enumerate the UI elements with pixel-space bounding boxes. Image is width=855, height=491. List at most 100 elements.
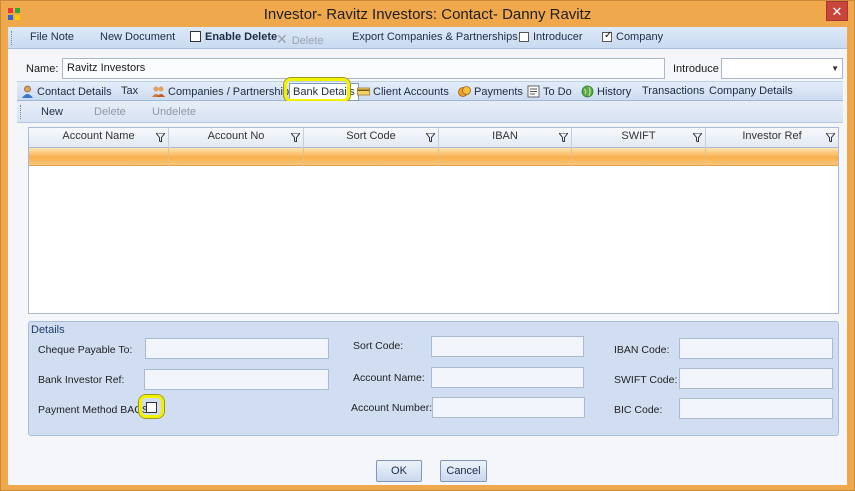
tab-companies-partnerships[interactable]: Companies / Partnerships [152, 85, 295, 98]
filter-icon[interactable] [156, 133, 165, 142]
table-cell[interactable] [572, 148, 706, 166]
grid-header: Account Name Account No Sort Code IBAN S… [29, 128, 838, 148]
tab-company-details[interactable]: Company Details [709, 85, 793, 97]
bic-code-label: BIC Code: [614, 404, 663, 416]
export-companies-button[interactable]: Export Companies & Partnerships [352, 31, 518, 43]
enable-delete-checkbox[interactable]: Enable Delete [190, 31, 277, 43]
main-toolbar: File Note New Document Enable Delete ✕ De… [8, 27, 847, 49]
swift-code-field[interactable] [679, 368, 833, 389]
column-header-account-name[interactable]: Account Name [29, 128, 169, 148]
table-row[interactable] [29, 148, 838, 166]
people-icon [152, 86, 165, 97]
sort-code-label: Sort Code: [353, 340, 404, 352]
bank-investor-ref-label: Bank Investor Ref: [38, 374, 125, 386]
tab-label: Companies / Partnerships [168, 86, 295, 98]
table-cell[interactable] [169, 148, 304, 166]
file-note-button[interactable]: File Note [30, 31, 74, 43]
bic-code-field[interactable] [679, 398, 833, 419]
account-number-field[interactable] [432, 397, 585, 418]
filter-icon[interactable] [693, 133, 702, 142]
sort-code-field[interactable] [431, 336, 584, 357]
delete-x-icon: ✕ [276, 31, 288, 47]
filter-icon[interactable] [426, 133, 435, 142]
account-name-label: Account Name: [353, 372, 425, 384]
delete-button[interactable]: ✕ Delete [276, 31, 324, 48]
card-icon [357, 87, 370, 96]
close-window-button[interactable]: ✕ [826, 1, 848, 21]
table-cell[interactable] [439, 148, 572, 166]
enable-delete-checkbox-box[interactable] [190, 31, 201, 42]
name-label: Name: [26, 63, 59, 75]
table-cell[interactable] [706, 148, 838, 166]
name-field[interactable]: Ravitz Investors [62, 58, 665, 79]
column-header-label: Account No [207, 130, 265, 142]
tab-contact-details[interactable]: Contact Details [21, 85, 112, 98]
introduce-label: Introduce [673, 63, 719, 75]
window-client-area: File Note New Document Enable Delete ✕ De… [8, 27, 847, 485]
delete-row-button[interactable]: Delete [94, 106, 126, 118]
investor-contact-window: Investor- Ravitz Investors: Contact- Dan… [0, 0, 855, 491]
new-row-button[interactable]: New [41, 106, 63, 118]
tab-history[interactable]: History [581, 85, 631, 98]
payment-method-bacs-label: Payment Method BACS: [38, 404, 152, 416]
company-checkbox[interactable]: ✓ Company [602, 30, 664, 43]
bacs-highlight-ring [139, 395, 164, 418]
tab-client-accounts[interactable]: Client Accounts [357, 85, 449, 98]
new-document-button[interactable]: New Document [100, 31, 175, 43]
bank-details-highlight-ring [284, 78, 350, 102]
table-cell[interactable] [29, 148, 169, 166]
column-header-swift[interactable]: SWIFT [572, 128, 706, 148]
tab-to-do[interactable]: To Do [527, 85, 572, 98]
tab-strip: Contact Details Tax Companies / Partners… [17, 81, 843, 101]
tab-label: Tax [121, 85, 139, 97]
undelete-row-button[interactable]: Undelete [152, 106, 196, 118]
enable-delete-label: Enable Delete [205, 31, 278, 43]
tab-transactions[interactable]: Transactions [642, 85, 705, 97]
delete-label: Delete [291, 35, 324, 47]
tab-label: Client Accounts [373, 86, 449, 98]
column-header-label: Account Name [62, 130, 135, 142]
tab-label: History [597, 86, 632, 98]
tab-label: To Do [543, 86, 572, 98]
details-title: Details [31, 324, 65, 336]
bank-accounts-grid[interactable]: Account Name Account No Sort Code IBAN S… [28, 127, 839, 314]
toolbar-grip[interactable] [11, 31, 14, 45]
bank-investor-ref-field[interactable] [144, 369, 329, 390]
column-header-label: Investor Ref [742, 130, 802, 142]
column-header-sort-code[interactable]: Sort Code [304, 128, 439, 148]
toolbar-grip[interactable] [20, 105, 23, 119]
company-label: Company [616, 31, 664, 43]
column-header-label: Sort Code [346, 130, 396, 142]
iban-code-field[interactable] [679, 338, 833, 359]
ok-button[interactable]: OK [376, 460, 422, 482]
globe-icon [581, 85, 594, 98]
filter-icon[interactable] [826, 133, 835, 142]
close-icon: ✕ [831, 4, 843, 19]
window-title: Investor- Ravitz Investors: Contact- Dan… [263, 6, 592, 23]
check-icon: ✓ [604, 30, 613, 41]
details-group: Details Cheque Payable To: Bank Investor… [28, 321, 839, 436]
filter-icon[interactable] [559, 133, 568, 142]
filter-icon[interactable] [291, 133, 300, 142]
account-name-field[interactable] [431, 367, 584, 388]
tab-payments[interactable]: Payments [458, 85, 523, 98]
introducer-label: Introducer [533, 31, 583, 43]
introducer-checkbox[interactable]: Introducer [519, 31, 583, 43]
company-checkbox-box[interactable]: ✓ [602, 30, 613, 42]
column-header-investor-ref[interactable]: Investor Ref [706, 128, 838, 148]
grid-toolbar: New Delete Undelete [17, 101, 843, 123]
person-icon [22, 85, 33, 98]
cheque-payable-to-label: Cheque Payable To: [38, 344, 133, 356]
column-header-iban[interactable]: IBAN [439, 128, 572, 148]
cancel-button[interactable]: Cancel [440, 460, 487, 482]
swift-code-label: SWIFT Code: [614, 374, 678, 386]
introducer-checkbox-box[interactable] [519, 32, 529, 42]
cheque-payable-to-field[interactable] [145, 338, 329, 359]
table-cell[interactable] [304, 148, 439, 166]
title-bar[interactable]: Investor- Ravitz Investors: Contact- Dan… [1, 1, 854, 27]
tab-label: Payments [474, 86, 523, 98]
column-header-account-no[interactable]: Account No [169, 128, 304, 148]
chevron-down-icon: ▼ [831, 64, 839, 73]
introduce-dropdown[interactable]: ▼ [721, 58, 843, 79]
tab-tax[interactable]: Tax [121, 85, 138, 97]
